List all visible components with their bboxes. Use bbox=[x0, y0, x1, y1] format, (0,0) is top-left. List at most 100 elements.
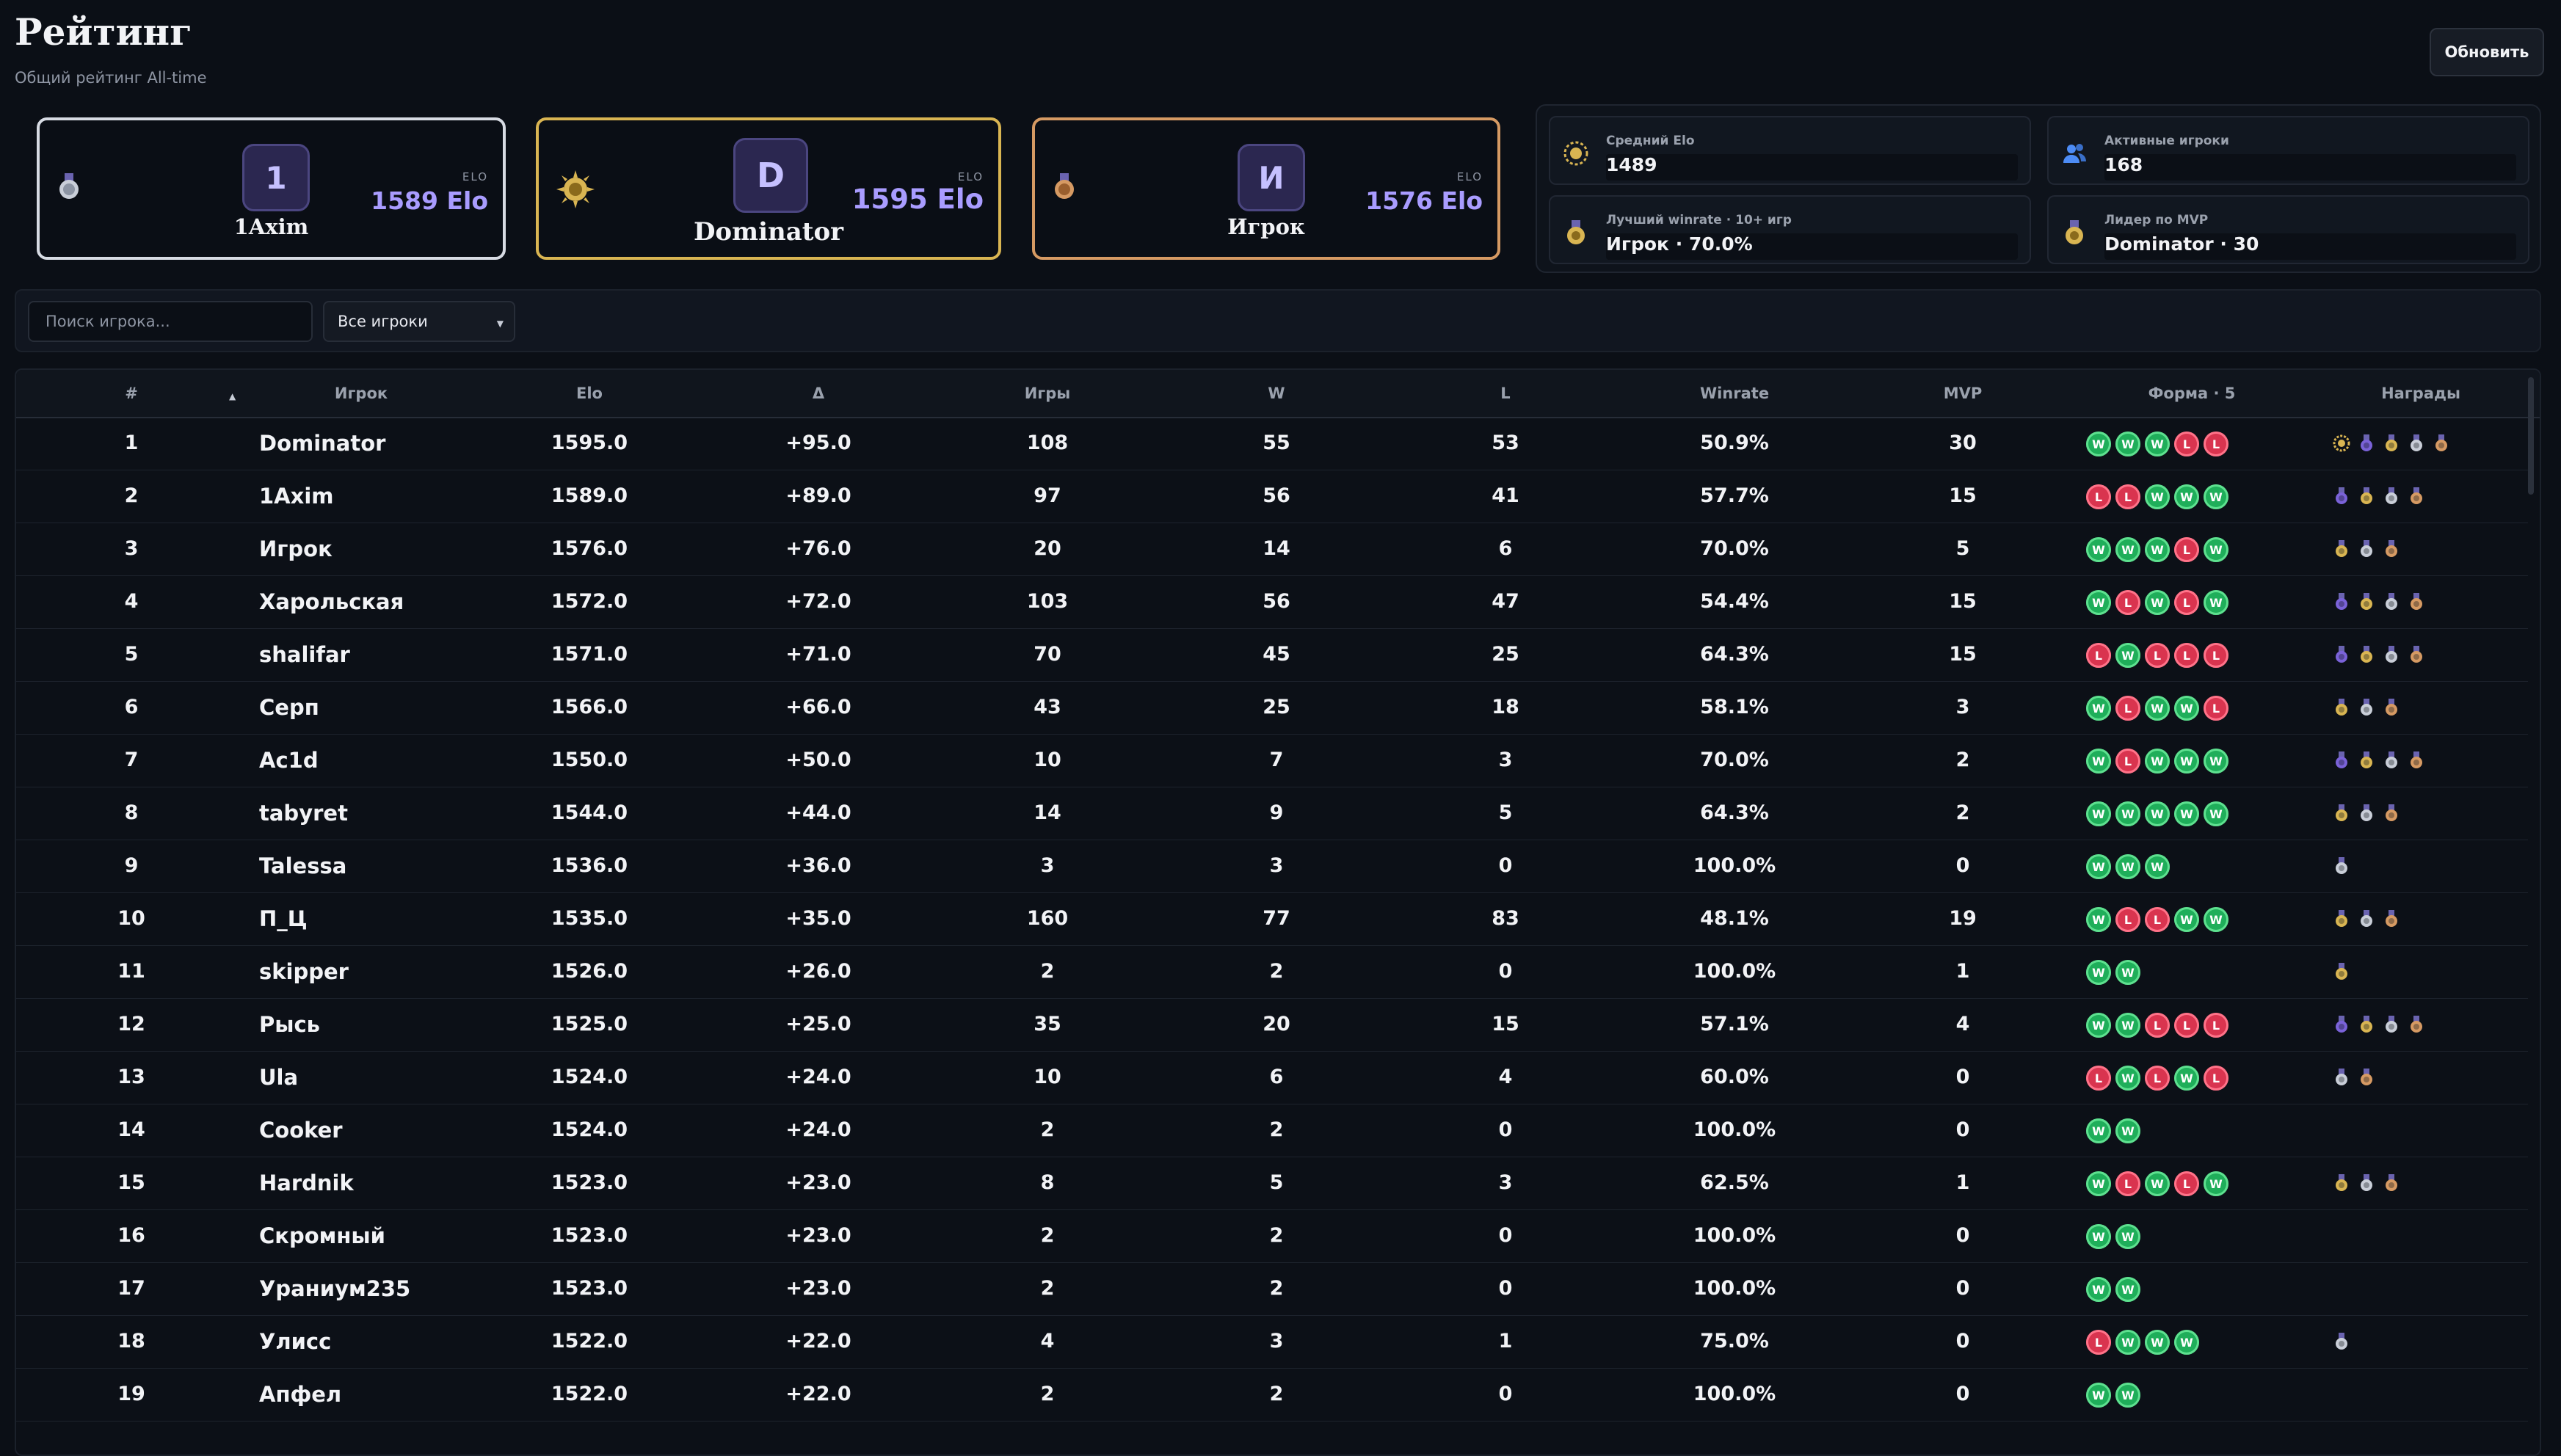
col-winrate[interactable]: Winrate bbox=[1700, 370, 1769, 417]
award-purple-icon[interactable] bbox=[2333, 487, 2350, 505]
player-name[interactable]: Игрок bbox=[259, 523, 333, 575]
table-row[interactable]: 18 Улисс 1522.0 +22.0 4 3 1 75.0% 0 L W W W bbox=[16, 1315, 2528, 1369]
award-ring-icon[interactable] bbox=[2333, 434, 2350, 452]
player-name[interactable]: П_Ц bbox=[259, 892, 308, 945]
award-bronze-icon[interactable] bbox=[2408, 751, 2425, 769]
table-row[interactable]: 13 Ula 1524.0 +24.0 10 6 4 60.0% 0 L W L W L bbox=[16, 1051, 2528, 1104]
award-gold-icon[interactable] bbox=[2333, 699, 2350, 716]
award-gold-icon[interactable] bbox=[2333, 963, 2350, 980]
refresh-button[interactable]: Обновить bbox=[2430, 28, 2544, 76]
table-row[interactable]: 8 tabyret 1544.0 +44.0 14 9 5 64.3% 2 W W W W W bbox=[16, 787, 2528, 840]
award-bronze-icon[interactable] bbox=[2383, 540, 2400, 558]
award-silver-icon[interactable] bbox=[2358, 699, 2375, 716]
award-silver-icon[interactable] bbox=[2408, 434, 2425, 452]
table-row[interactable]: 7 Ac1d 1550.0 +50.0 10 7 3 70.0% 2 W L W W W bbox=[16, 734, 2528, 787]
table-row[interactable]: 9 Talessa 1536.0 +36.0 3 3 0 100.0% 0 W W W bbox=[16, 840, 2528, 893]
award-silver-icon[interactable] bbox=[2333, 1069, 2350, 1086]
podium-card-third[interactable]: И Игрок ELO 1576 Elo bbox=[1032, 117, 1500, 260]
player-name[interactable]: Апфел bbox=[259, 1368, 341, 1421]
table-row[interactable]: 15 Hardnik 1523.0 +23.0 8 5 3 62.5% 1 W L W L W bbox=[16, 1157, 2528, 1210]
player-name[interactable]: Улисс bbox=[259, 1315, 331, 1368]
col-awards[interactable]: Награды bbox=[2381, 370, 2460, 417]
player-name[interactable]: Ac1d bbox=[259, 734, 319, 787]
player-name[interactable]: Скромный bbox=[259, 1209, 385, 1262]
award-gold-icon[interactable] bbox=[2333, 910, 2350, 928]
award-silver-icon[interactable] bbox=[2383, 751, 2400, 769]
col-wins[interactable]: W bbox=[1268, 370, 1285, 417]
player-name[interactable]: tabyret bbox=[259, 787, 348, 840]
search-input[interactable]: Поиск игрока... bbox=[28, 301, 313, 342]
table-row[interactable]: 12 Рысь 1525.0 +25.0 35 20 15 57.1% 4 W W L L L bbox=[16, 998, 2528, 1052]
award-bronze-icon[interactable] bbox=[2408, 646, 2425, 663]
player-name[interactable]: Ula bbox=[259, 1051, 298, 1104]
award-gold-icon[interactable] bbox=[2358, 751, 2375, 769]
award-bronze-icon[interactable] bbox=[2383, 910, 2400, 928]
award-gold-icon[interactable] bbox=[2333, 540, 2350, 558]
award-gold-icon[interactable] bbox=[2333, 804, 2350, 822]
award-bronze-icon[interactable] bbox=[2408, 1016, 2425, 1033]
player-name[interactable]: Cooker bbox=[259, 1104, 343, 1157]
award-silver-icon[interactable] bbox=[2383, 593, 2400, 611]
scrollbar[interactable] bbox=[2528, 377, 2534, 495]
award-bronze-icon[interactable] bbox=[2358, 1069, 2375, 1086]
award-gold-icon[interactable] bbox=[2358, 487, 2375, 505]
col-losses[interactable]: L bbox=[1500, 370, 1510, 417]
col-mvp[interactable]: MVP bbox=[1944, 370, 1983, 417]
award-silver-icon[interactable] bbox=[2358, 804, 2375, 822]
col-player[interactable]: Игрок bbox=[335, 370, 388, 417]
table-row[interactable]: 5 shalifar 1571.0 +71.0 70 45 25 64.3% 15 L W L L L bbox=[16, 628, 2528, 682]
table-row[interactable]: 10 П_Ц 1535.0 +35.0 160 77 83 48.1% 19 W L L W W bbox=[16, 892, 2528, 946]
col-games[interactable]: Игры bbox=[1025, 370, 1071, 417]
player-name[interactable]: Talessa bbox=[259, 840, 346, 892]
col-elo[interactable]: Elo bbox=[576, 370, 603, 417]
col-rank[interactable]: # bbox=[125, 370, 138, 417]
award-bronze-icon[interactable] bbox=[2383, 1174, 2400, 1192]
award-bronze-icon[interactable] bbox=[2408, 487, 2425, 505]
award-gold-icon[interactable] bbox=[2383, 434, 2400, 452]
award-silver-icon[interactable] bbox=[2383, 487, 2400, 505]
player-name[interactable]: Серп bbox=[259, 681, 319, 734]
player-name[interactable]: Харольская bbox=[259, 575, 404, 628]
table-row[interactable]: 17 Ураниум235 1523.0 +23.0 2 2 0 100.0% 0 W W bbox=[16, 1262, 2528, 1316]
award-gold-icon[interactable] bbox=[2358, 1016, 2375, 1033]
award-silver-icon[interactable] bbox=[2358, 1174, 2375, 1192]
award-gold-icon[interactable] bbox=[2358, 646, 2375, 663]
podium-player-name[interactable]: Dominator bbox=[539, 217, 998, 247]
table-row[interactable]: 1 Dominator 1595.0 +95.0 108 55 53 50.9% 30 W W W L L bbox=[16, 417, 2528, 470]
award-bronze-icon[interactable] bbox=[2433, 434, 2450, 452]
player-name[interactable]: Ураниум235 bbox=[259, 1262, 410, 1315]
player-filter-select[interactable]: Все игроки ▼ bbox=[323, 301, 515, 342]
table-row[interactable]: 14 Cooker 1524.0 +24.0 2 2 0 100.0% 0 W W bbox=[16, 1104, 2528, 1157]
table-row[interactable]: 2 1Axim 1589.0 +89.0 97 56 41 57.7% 15 L L W W W bbox=[16, 470, 2528, 523]
award-bronze-icon[interactable] bbox=[2383, 804, 2400, 822]
award-silver-icon[interactable] bbox=[2333, 1333, 2350, 1350]
table-row[interactable]: 16 Скромный 1523.0 +23.0 2 2 0 100.0% 0 W W bbox=[16, 1209, 2528, 1263]
table-row[interactable]: 4 Харольская 1572.0 +72.0 103 56 47 54.4% 15 W L W L… bbox=[16, 575, 2528, 629]
podium-player-name[interactable]: Игрок bbox=[1035, 214, 1497, 239]
award-bronze-icon[interactable] bbox=[2408, 593, 2425, 611]
col-delta[interactable]: Δ bbox=[813, 370, 824, 417]
podium-card-second[interactable]: 1 1Axim ELO 1589 Elo bbox=[37, 117, 506, 260]
award-purple-icon[interactable] bbox=[2333, 593, 2350, 611]
award-purple-icon[interactable] bbox=[2333, 751, 2350, 769]
player-name[interactable]: Dominator bbox=[259, 417, 385, 470]
award-silver-icon[interactable] bbox=[2358, 540, 2375, 558]
table-row[interactable]: 6 Серп 1566.0 +66.0 43 25 18 58.1% 3 W L W W L bbox=[16, 681, 2528, 735]
table-row[interactable]: 11 skipper 1526.0 +26.0 2 2 0 100.0% 1 W W bbox=[16, 945, 2528, 999]
player-name[interactable]: 1Axim bbox=[259, 470, 334, 523]
col-form[interactable]: Форма · 5 bbox=[2148, 370, 2236, 417]
award-silver-icon[interactable] bbox=[2358, 910, 2375, 928]
award-purple-icon[interactable] bbox=[2358, 434, 2375, 452]
award-gold-icon[interactable] bbox=[2358, 593, 2375, 611]
player-name[interactable]: Hardnik bbox=[259, 1157, 354, 1209]
award-silver-icon[interactable] bbox=[2333, 857, 2350, 875]
sort-up-icon[interactable]: ▲ bbox=[229, 373, 236, 420]
table-row[interactable]: 3 Игрок 1576.0 +76.0 20 14 6 70.0% 5 W W W L W bbox=[16, 523, 2528, 576]
player-name[interactable]: Рысь bbox=[259, 998, 320, 1051]
player-name[interactable]: shalifar bbox=[259, 628, 350, 681]
table-row[interactable]: 19 Апфел 1522.0 +22.0 2 2 0 100.0% 0 W W bbox=[16, 1368, 2528, 1422]
award-gold-icon[interactable] bbox=[2333, 1174, 2350, 1192]
award-purple-icon[interactable] bbox=[2333, 646, 2350, 663]
podium-player-name[interactable]: 1Axim bbox=[40, 214, 503, 239]
award-bronze-icon[interactable] bbox=[2383, 699, 2400, 716]
